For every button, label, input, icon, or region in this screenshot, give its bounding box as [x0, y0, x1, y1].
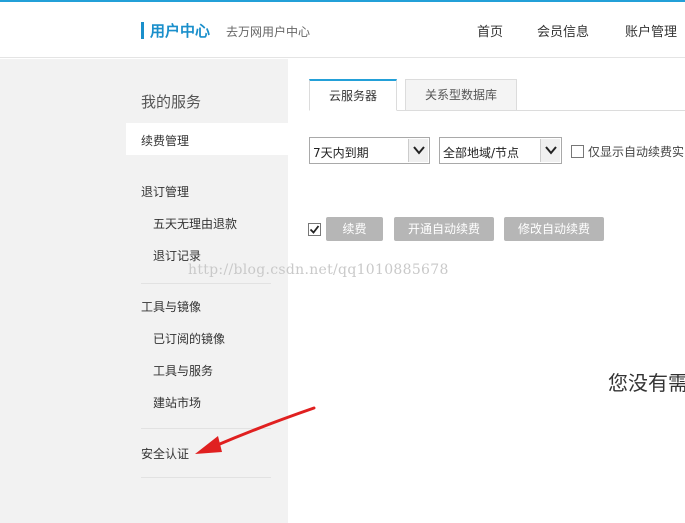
tab-label: 云服务器 — [328, 89, 377, 103]
tab-cloud-server[interactable]: 云服务器 — [309, 79, 397, 111]
